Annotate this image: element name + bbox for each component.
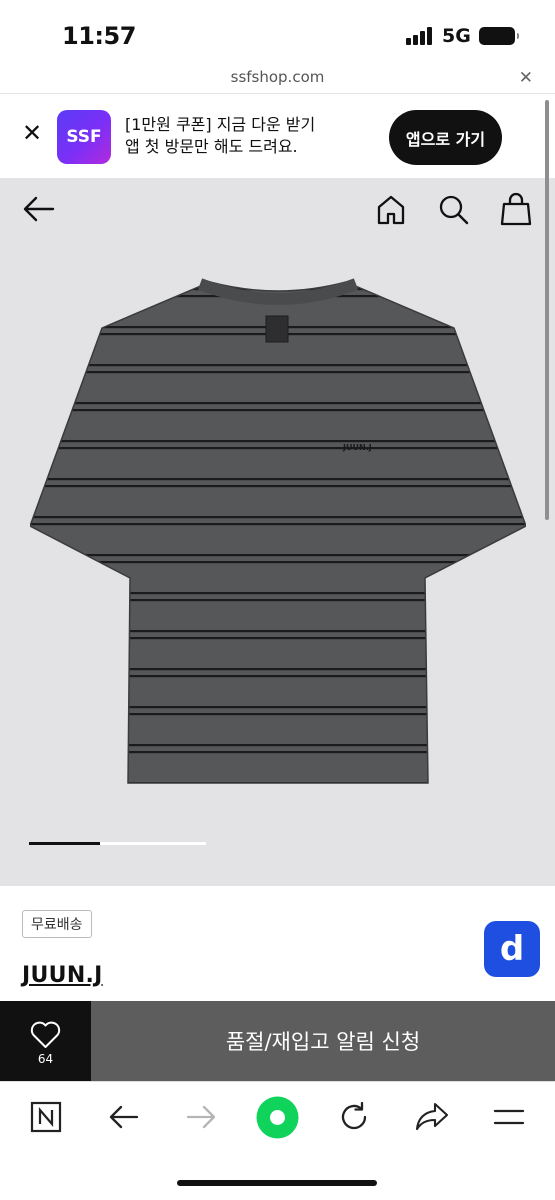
battery-icon [479, 27, 519, 45]
gallery-progress-track [29, 842, 206, 845]
wish-count: 64 [37, 1052, 54, 1066]
purchase-action-bar: 64 품절/재입고 알림 신청 [0, 1001, 555, 1081]
brand-link[interactable]: JUUN.J [22, 963, 103, 988]
url-domain: ssfshop.com [230, 68, 325, 86]
banner-close-icon[interactable]: ✕ [22, 119, 42, 147]
wishlist-button[interactable]: 64 [0, 1001, 91, 1081]
forward-icon[interactable] [185, 1103, 217, 1131]
status-time: 11:57 [62, 22, 136, 50]
home-icon[interactable] [376, 194, 406, 226]
shopping-bag-icon[interactable] [500, 192, 532, 226]
search-icon[interactable] [438, 194, 470, 226]
restock-alert-button[interactable]: 품절/재입고 알림 신청 [91, 1001, 555, 1081]
product-gallery[interactable]: JUUN.J [0, 178, 555, 886]
share-icon[interactable] [415, 1101, 449, 1131]
network-type: 5G [442, 25, 471, 47]
reload-icon[interactable] [338, 1101, 370, 1133]
gallery-progress-fill [29, 842, 100, 845]
status-bar: 11:57 5G [0, 0, 555, 66]
banner-line-1: [1만원 쿠폰] 지금 다운 받기 [125, 115, 316, 134]
url-bar[interactable]: ssfshop.com ✕ [0, 66, 555, 94]
striped-tshirt-image: JUUN.J [30, 278, 526, 784]
floating-d-button[interactable]: d [484, 921, 540, 977]
open-app-button[interactable]: 앱으로 가기 [389, 110, 502, 165]
green-circle-icon[interactable] [256, 1096, 299, 1139]
naver-n-icon[interactable] [30, 1101, 62, 1133]
back-arrow-icon[interactable] [22, 194, 56, 224]
chest-logo-text: JUUN.J [342, 443, 372, 452]
banner-line-2: 앱 첫 방문만 해도 드려요. [125, 137, 298, 156]
close-icon[interactable]: ✕ [519, 68, 533, 88]
product-info: 무료배송 JUUN.J d [0, 886, 555, 1001]
back-icon[interactable] [108, 1103, 140, 1131]
cellular-signal-icon [406, 27, 434, 45]
banner-message: [1만원 쿠폰] 지금 다운 받기 앱 첫 방문만 해도 드려요. [125, 114, 315, 158]
page-scrollbar[interactable] [545, 100, 549, 520]
heart-icon [30, 1021, 61, 1048]
free-shipping-badge: 무료배송 [22, 910, 92, 938]
home-indicator [177, 1180, 377, 1186]
menu-icon[interactable] [493, 1108, 525, 1126]
ssf-app-logo: SSF [57, 110, 111, 164]
